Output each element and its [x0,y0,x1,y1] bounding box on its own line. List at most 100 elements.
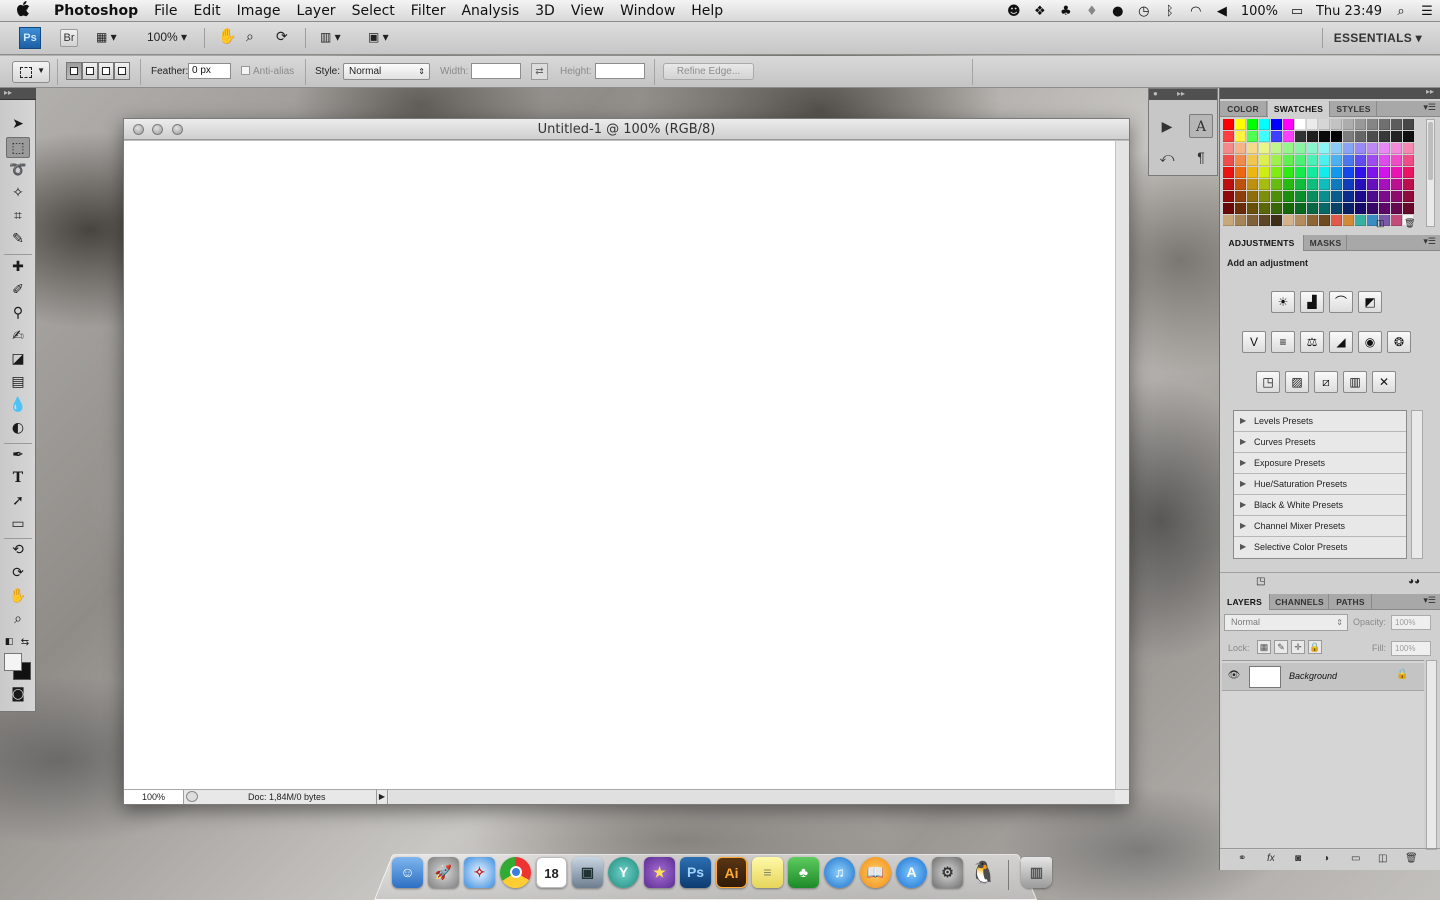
preset-item-curves[interactable]: ▶ Curves Presets [1234,432,1406,453]
color-swatch[interactable] [1235,179,1246,190]
swap-colors-icon[interactable]: ⇆ [18,632,32,653]
color-swatch[interactable] [1319,131,1330,142]
color-swatch[interactable] [1331,179,1342,190]
opacity-input[interactable]: 100% [1391,615,1431,630]
clip-to-layer-icon[interactable]: ◕◕ [1408,576,1420,587]
color-swatch[interactable] [1271,131,1282,142]
link-layers-icon[interactable]: ⚭ [1238,853,1246,864]
horizontal-scrollbar[interactable] [389,790,1115,804]
color-swatch[interactable] [1259,119,1270,130]
color-swatch[interactable] [1223,131,1234,142]
history-panel-icon[interactable]: ⤺ [1155,145,1179,169]
panel-options-icon[interactable]: ● [1153,89,1158,98]
menu-app-photoshop[interactable]: Photoshop [46,0,146,22]
color-swatch[interactable] [1331,203,1342,214]
color-swatch[interactable] [1307,155,1318,166]
yammer-icon[interactable]: Y [608,857,639,888]
notification-center-icon[interactable]: ☰ [1414,4,1440,19]
color-swatch[interactable] [1283,167,1294,178]
document-title-bar[interactable]: Untitled-1 @ 100% (RGB/8) [124,119,1129,140]
battery-icon[interactable]: ▭ [1284,4,1310,19]
color-swatch[interactable] [1223,215,1234,226]
color-swatch[interactable] [1307,179,1318,190]
color-swatch[interactable] [1355,131,1366,142]
color-swatch[interactable] [1223,191,1234,202]
color-swatch[interactable] [1331,131,1342,142]
foreground-color-swatch[interactable] [4,653,22,671]
color-swatch[interactable] [1259,179,1270,190]
color-swatch[interactable] [1259,167,1270,178]
tab-styles[interactable]: STYLES [1331,101,1377,117]
height-input[interactable] [595,63,645,79]
status-info-icon[interactable] [186,791,198,802]
illustrator-icon[interactable]: Ai [716,857,747,888]
color-swatch[interactable] [1391,203,1402,214]
color-swatch[interactable] [1355,119,1366,130]
color-swatch[interactable] [1355,167,1366,178]
color-swatch[interactable] [1379,191,1390,202]
default-colors-icon[interactable]: ◧ [2,632,16,653]
presets-scrollbar[interactable] [1411,410,1423,559]
path-selection-tool-icon[interactable]: ➚ [6,491,30,512]
color-swatch[interactable] [1367,191,1378,202]
delete-layer-icon[interactable]: 🗑 [1405,853,1418,864]
color-swatch[interactable] [1331,167,1342,178]
intersect-selection-button[interactable] [114,62,130,80]
menu-filter[interactable]: Filter [403,0,454,22]
subtract-from-selection-button[interactable] [98,62,114,80]
arrange-documents-icon[interactable]: ▥ ▾ [320,30,341,44]
color-swatch[interactable] [1355,179,1366,190]
battery-percent[interactable]: 100% [1235,4,1284,19]
color-swatch[interactable] [1271,155,1282,166]
return-to-list-icon[interactable]: ◳ [1256,576,1265,587]
zoom-level-dropdown[interactable]: 100% ▾ [147,30,187,44]
color-swatch[interactable] [1403,179,1414,190]
color-swatch[interactable] [1391,167,1402,178]
blend-mode-select[interactable]: Normal ⇕ [1224,614,1348,631]
quick-selection-tool-icon[interactable]: ✧ [6,183,30,204]
time-machine-icon[interactable]: ◷ [1131,4,1157,19]
color-swatch[interactable] [1295,179,1306,190]
color-swatch[interactable] [1331,191,1342,202]
history-brush-tool-icon[interactable]: ✍ [6,326,30,347]
new-swatch-icon[interactable]: ◫ [1376,218,1385,229]
color-swatch[interactable] [1271,215,1282,226]
tab-masks[interactable]: MASKS [1305,235,1347,251]
workspace-switcher[interactable]: ESSENTIALS ▾ [1334,31,1422,45]
color-swatch[interactable] [1343,119,1354,130]
color-swatch[interactable] [1259,131,1270,142]
color-swatch[interactable] [1223,155,1234,166]
layers-scrollbar[interactable] [1426,660,1437,850]
zoom-window-button[interactable] [172,124,183,135]
spot-healing-tool-icon[interactable]: ✚ [6,257,30,278]
move-tool-icon[interactable]: ➤ [6,114,30,135]
delete-swatch-icon[interactable]: 🗑 [1404,218,1415,229]
color-swatch[interactable] [1247,203,1258,214]
hue-saturation-icon[interactable]: ≡ [1271,331,1295,353]
zoom-tool-icon[interactable]: ⌕ [246,28,254,45]
color-swatch[interactable] [1223,143,1234,154]
color-swatch[interactable] [1379,203,1390,214]
anti-alias-checkbox[interactable] [241,66,250,75]
color-swatch[interactable] [1247,131,1258,142]
gradient-tool-icon[interactable]: ▤ [6,372,30,393]
color-swatch[interactable] [1283,119,1294,130]
tab-swatches[interactable]: SWATCHES [1268,101,1330,117]
color-swatch[interactable] [1271,119,1282,130]
color-swatch[interactable] [1259,191,1270,202]
color-swatch[interactable] [1259,143,1270,154]
brush-tool-icon[interactable]: ✐ [6,280,30,301]
type-tool-icon[interactable]: T [6,468,30,489]
color-swatch[interactable] [1391,131,1402,142]
photoshop-icon[interactable]: Ps [680,857,711,888]
pen-tool-icon[interactable]: ✒ [6,445,30,466]
color-swatch[interactable] [1343,203,1354,214]
color-swatch[interactable] [1295,143,1306,154]
new-adjustment-layer-icon[interactable]: ◑ [1323,853,1329,864]
color-swatch[interactable] [1403,191,1414,202]
color-swatch[interactable] [1355,143,1366,154]
levels-icon[interactable]: ▟ [1300,291,1324,313]
trash-icon[interactable]: ▥ [1021,857,1052,888]
preset-item-selective-color[interactable]: ▶ Selective Color Presets [1234,537,1406,558]
character-panel-icon[interactable]: A [1189,114,1213,138]
